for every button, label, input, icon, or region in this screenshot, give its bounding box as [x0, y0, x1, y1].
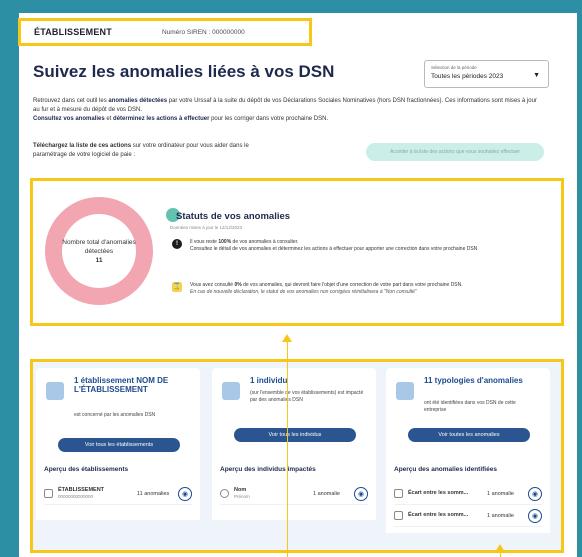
- statuts-title: Statuts de vos anomalies: [176, 211, 291, 222]
- status-text-part: de vos anomalies, qui devront faire l'ob…: [241, 282, 463, 288]
- establishment-bar: ÉTABLISSEMENT Numéro SIREN : 000000000: [20, 20, 310, 44]
- column-typologies: 11 typologies d'anomalies ont été identi…: [386, 368, 550, 533]
- row-name: Écart entre les somm...: [408, 512, 469, 519]
- download-text: Téléchargez la liste de ces actions sur …: [33, 142, 283, 159]
- status-text-italic: En cas de nouvelle déclaration, le statu…: [190, 289, 417, 295]
- column-head: 11 typologies d'anomalies ont été identi…: [386, 368, 550, 460]
- intro-text-part: Retrouvez dans cet outil les: [33, 98, 109, 104]
- status-text-bold: 0%: [234, 282, 242, 288]
- period-select-label: Sélection de la période: [431, 65, 477, 70]
- row-count: 1 anomalie: [487, 490, 514, 497]
- column-body: Aperçu des individus impactés Nom Prénom …: [212, 460, 376, 520]
- table-row: Écart entre les somm... 1 anomalie ◉: [394, 505, 542, 527]
- status-text-part: Vous avez consulté: [190, 282, 235, 288]
- intro-text-bold: Consultez vos anomalies: [33, 116, 105, 122]
- row-count: 1 anomalie: [487, 512, 514, 519]
- building-icon: [44, 489, 53, 498]
- column-title: 1 établissement NOM DE L'ÉTABLISSEMENT: [74, 376, 169, 394]
- download-text-bold: Téléchargez la liste de ces actions: [33, 143, 132, 149]
- status-text-part: Il vous reste: [190, 239, 219, 245]
- person-icon: [220, 489, 229, 498]
- intro-text-part: et: [104, 116, 114, 122]
- eye-icon[interactable]: ◉: [354, 486, 368, 501]
- arrow-up-icon: [495, 544, 505, 552]
- column-body: Aperçu des anomalies identifiées Écart e…: [386, 460, 550, 533]
- intro-text-bold: déterminez les actions à effectuer: [113, 116, 210, 122]
- column-desc: (sur l'ensemble de vos établissements) e…: [250, 390, 364, 403]
- row-name: ÉTABLISSEMENT 00000000000000: [58, 487, 132, 500]
- gear-icon: [394, 489, 403, 498]
- status-line-to-consult: ! Il vous reste 100% de vos anomalies à …: [172, 239, 550, 253]
- person-icon: [222, 382, 240, 400]
- status-text-bold: 100%: [218, 239, 232, 245]
- column-subtitle: Aperçu des anomalies identifiées: [394, 466, 497, 473]
- table-row: ÉTABLISSEMENT 00000000000000 11 anomalies…: [44, 483, 192, 505]
- typology-icon: [396, 382, 414, 400]
- donut-count: 11: [95, 256, 103, 264]
- row-name-text: Nom: [234, 487, 247, 493]
- row-name: Nom Prénom: [234, 487, 308, 500]
- page-title: Suivez les anomalies liées à vos DSN: [33, 62, 335, 81]
- period-select-value: Toutes les périodes 2023: [431, 73, 504, 80]
- siren-number: Numéro SIREN : 000000000: [161, 28, 245, 36]
- statuts-date: Données mises à jour le 12/12/2023: [170, 225, 243, 230]
- column-head: 1 individu (sur l'ensemble de vos établi…: [212, 368, 376, 460]
- intro-text-bold: anomalies détectées: [108, 98, 168, 104]
- donut-label: Nombre total d'anomalies détectées: [62, 238, 136, 255]
- intro-text-part: pour les corriger dans votre prochaine D…: [209, 116, 329, 122]
- table-row: Nom Prénom 1 anomalie ◉: [220, 483, 368, 505]
- period-select[interactable]: Sélection de la période Toutes les pério…: [424, 60, 549, 88]
- gear-icon: [394, 511, 403, 520]
- row-sub-text: Prénom: [234, 493, 250, 499]
- alert-icon: !: [172, 239, 182, 249]
- view-all-individuals-button[interactable]: Voir tous les individus: [234, 428, 356, 442]
- arrow-line: [287, 341, 288, 557]
- status-line-consulted: ⌛ Vous avez consulté 0% de vos anomalies…: [172, 282, 550, 296]
- building-icon: [46, 382, 64, 400]
- row-name-text: ÉTABLISSEMENT: [58, 487, 105, 493]
- view-all-establishments-button[interactable]: Voir tous les établissements: [58, 438, 180, 452]
- column-head: 1 établissement NOM DE L'ÉTABLISSEMENT e…: [36, 368, 200, 460]
- column-body: Aperçu des établissements ÉTABLISSEMENT 0…: [36, 460, 200, 520]
- eye-icon[interactable]: ◉: [528, 486, 542, 501]
- column-subtitle: Aperçu des individus impactés: [220, 466, 316, 473]
- row-sub-text: 00000000000000: [58, 493, 94, 499]
- column-desc: ont été identifiées dans vos DSN de cett…: [424, 400, 516, 413]
- status-text-part: de vos anomalies à consulter.: [231, 239, 299, 245]
- status-text-part: Consultez le détail de vos anomalies et …: [190, 246, 478, 252]
- column-subtitle: Aperçu des établissements: [44, 466, 129, 473]
- column-title: 1 individu: [250, 376, 288, 385]
- eye-icon[interactable]: ◉: [528, 508, 542, 523]
- intro-text: Retrouvez dans cet outil les anomalies d…: [33, 97, 541, 124]
- arrow-up-icon: [282, 334, 292, 342]
- row-count: 1 anomalie: [313, 490, 340, 497]
- download-actions-button[interactable]: Accéder à la liste des actions que vous …: [366, 143, 544, 161]
- column-individuals: 1 individu (sur l'ensemble de vos établi…: [212, 368, 376, 520]
- table-row: Écart entre les somm... 1 anomalie ◉: [394, 483, 542, 505]
- status-line-text: Vous avez consulté 0% de vos anomalies, …: [190, 282, 550, 296]
- status-line-text: Il vous reste 100% de vos anomalies à co…: [190, 239, 550, 253]
- hourglass-icon: ⌛: [172, 282, 182, 292]
- column-establishments: 1 établissement NOM DE L'ÉTABLISSEMENT e…: [36, 368, 200, 520]
- eye-icon[interactable]: ◉: [178, 486, 192, 501]
- donut-center: Nombre total d'anomalies détectées 11: [62, 214, 136, 288]
- arrow-line: [500, 552, 501, 557]
- row-name: Écart entre les somm...: [408, 490, 469, 497]
- chevron-down-icon: ▼: [533, 72, 540, 79]
- row-count: 11 anomalies: [137, 490, 170, 497]
- column-title: 11 typologies d'anomalies: [424, 376, 523, 385]
- view-all-anomalies-button[interactable]: Voir toutes les anomalies: [408, 428, 530, 442]
- column-desc: est concerné par les anomalies DSN: [74, 412, 156, 418]
- establishment-name: ÉTABLISSEMENT: [34, 27, 112, 37]
